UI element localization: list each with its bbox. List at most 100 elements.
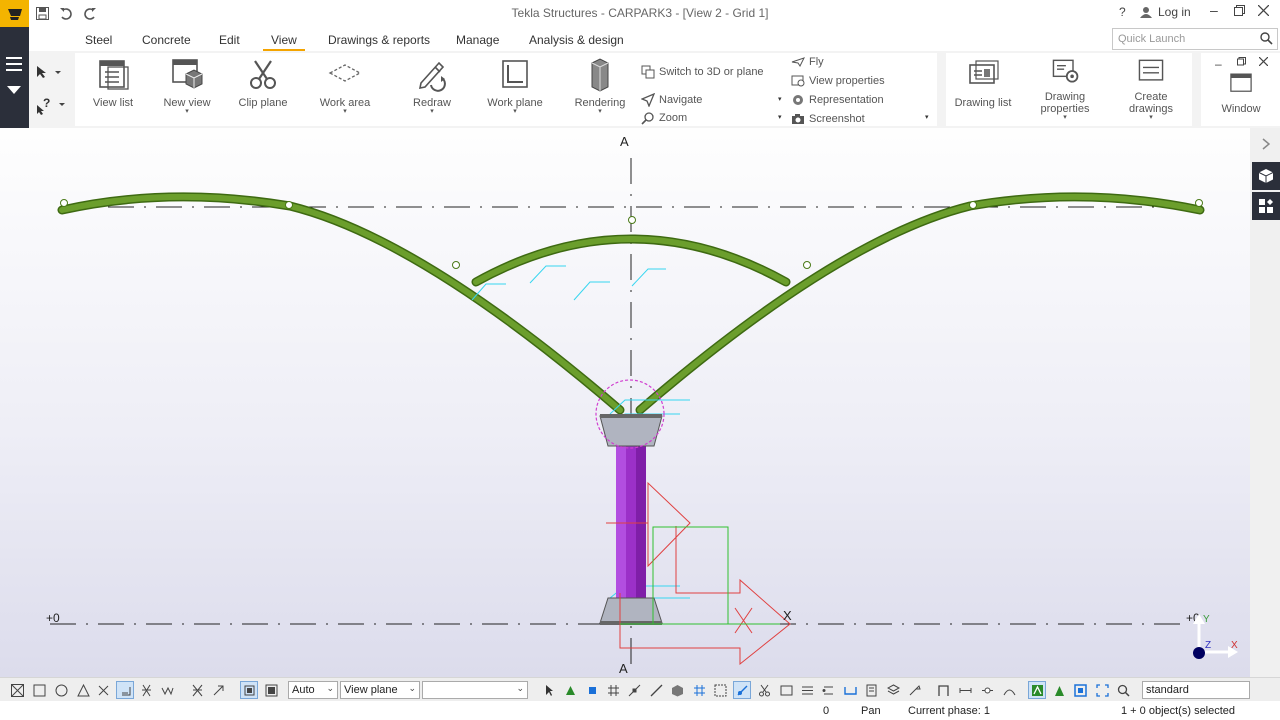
- model-drawing[interactable]: A A +0 +0 X Y Z X: [0, 128, 1250, 677]
- view-filter-input[interactable]: standard: [1142, 681, 1250, 699]
- representation-button[interactable]: Representation: [791, 94, 884, 106]
- tab-edit[interactable]: Edit: [219, 33, 240, 47]
- tab-steel[interactable]: Steel: [85, 33, 112, 47]
- switch-3d-button[interactable]: Switch to 3D or plane: [641, 65, 764, 79]
- work-area-button[interactable]: Work area ▾: [315, 57, 375, 115]
- view-properties-icon: [791, 75, 805, 87]
- select-parts-icon[interactable]: [30, 681, 48, 699]
- side-menu-bar: [0, 27, 29, 128]
- ribbon-restore-button[interactable]: [1237, 57, 1246, 69]
- view-properties-button[interactable]: View properties: [791, 75, 885, 87]
- select-components-icon[interactable]: [240, 681, 258, 699]
- zoom-button[interactable]: Zoom: [641, 111, 687, 125]
- tab-view[interactable]: View: [263, 33, 305, 52]
- restore-button[interactable]: [1234, 5, 1245, 19]
- drawing-list-button[interactable]: Drawing list: [950, 57, 1016, 109]
- select-all-icon[interactable]: [8, 681, 26, 699]
- snap-lines-icon[interactable]: [798, 681, 816, 699]
- tab-manage[interactable]: Manage: [456, 33, 499, 47]
- snap-scissors-icon[interactable]: [755, 681, 773, 699]
- new-view-button[interactable]: New view ▾: [161, 57, 213, 115]
- select-reinforcement-icon[interactable]: [116, 681, 134, 699]
- hamburger-menu-icon[interactable]: [6, 57, 22, 74]
- snap-option-select[interactable]: ⌄: [422, 681, 528, 699]
- ribbon-close-button[interactable]: [1258, 56, 1269, 69]
- snap-depth-select[interactable]: Auto ⌄: [288, 681, 338, 699]
- snap-blue-frame-icon[interactable]: [1071, 681, 1089, 699]
- snap-orthogonal-icon[interactable]: [934, 681, 952, 699]
- help-pointer-icon[interactable]: ?: [35, 96, 65, 118]
- navigate-dropdown-icon[interactable]: ▾: [778, 95, 782, 103]
- snap-grid-icon[interactable]: [604, 681, 622, 699]
- snap-end-icon[interactable]: [561, 681, 579, 699]
- snap-line-icon[interactable]: [647, 681, 665, 699]
- quick-launch-input[interactable]: Quick Launch: [1112, 28, 1278, 50]
- work-plane-button[interactable]: Work plane ▾: [485, 57, 545, 115]
- create-drawings-button[interactable]: Create drawings ▾: [1118, 55, 1184, 121]
- clip-plane-button[interactable]: Clip plane: [237, 57, 289, 109]
- tab-concrete[interactable]: Concrete: [142, 33, 191, 47]
- select-in-components-icon[interactable]: [262, 681, 280, 699]
- snap-node-icon[interactable]: [978, 681, 996, 699]
- plane-select[interactable]: View plane ⌄: [340, 681, 420, 699]
- snap-plane-icon[interactable]: [862, 681, 880, 699]
- ribbon-minimize-button[interactable]: –: [1215, 57, 1222, 71]
- snap-tool-icon[interactable]: [905, 681, 923, 699]
- clip-plane-label: Clip plane: [238, 97, 288, 109]
- snap-free-icon[interactable]: [711, 681, 729, 699]
- help-button[interactable]: ?: [1119, 5, 1126, 19]
- select-cuts-icon[interactable]: [94, 681, 112, 699]
- minimize-button[interactable]: –: [1210, 2, 1218, 18]
- snap-arc-icon[interactable]: [1000, 681, 1018, 699]
- status-selection: 1 + 0 object(s) selected: [1121, 705, 1236, 717]
- select-objects-icon[interactable]: [209, 681, 227, 699]
- login-button[interactable]: Log in: [1140, 5, 1191, 19]
- snap-profile-icon[interactable]: [841, 681, 859, 699]
- plane-select-value: View plane: [344, 684, 398, 696]
- zoom-dropdown-icon[interactable]: ▾: [778, 113, 782, 121]
- triad-y-label: Y: [1203, 614, 1210, 625]
- snap-edge-icon[interactable]: [819, 681, 837, 699]
- snap-midpoint-icon[interactable]: [625, 681, 643, 699]
- model-cube-icon[interactable]: [1252, 162, 1280, 190]
- snap-green-2-icon[interactable]: [1050, 681, 1068, 699]
- fly-button[interactable]: Fly: [791, 56, 824, 68]
- snap-extension-icon[interactable]: [733, 681, 751, 699]
- window-button[interactable]: Window: [1213, 71, 1269, 115]
- search-icon[interactable]: [1260, 32, 1273, 48]
- side-panel: [1250, 128, 1280, 677]
- drawing-properties-button[interactable]: Drawing properties ▾: [1032, 55, 1098, 121]
- view-list-button[interactable]: View list: [87, 57, 139, 109]
- select-welds-icon[interactable]: [74, 681, 92, 699]
- expand-down-icon[interactable]: [7, 85, 21, 97]
- close-button[interactable]: [1257, 4, 1270, 19]
- group-dropdown-icon[interactable]: ▾: [925, 113, 929, 121]
- tab-analysis-design[interactable]: Analysis & design: [529, 33, 624, 47]
- screenshot-button[interactable]: Screenshot: [791, 113, 865, 125]
- tab-drawings-reports[interactable]: Drawings & reports: [328, 33, 430, 47]
- select-assembly-icon[interactable]: [188, 681, 206, 699]
- snap-points-icon[interactable]: [690, 681, 708, 699]
- snap-measure-icon[interactable]: [956, 681, 974, 699]
- select-arrow-icon[interactable]: [35, 65, 61, 82]
- snap-green-1-icon[interactable]: [1028, 681, 1046, 699]
- select-grids-icon[interactable]: [137, 681, 155, 699]
- zoom-search-icon[interactable]: [1114, 681, 1132, 699]
- pointer-icon[interactable]: [540, 681, 558, 699]
- navigate-button[interactable]: Navigate: [641, 93, 702, 107]
- panel-expand-icon[interactable]: [1252, 130, 1280, 158]
- snap-rectangle-icon[interactable]: [777, 681, 795, 699]
- select-points-icon[interactable]: [52, 681, 70, 699]
- components-icon[interactable]: [1252, 192, 1280, 220]
- model-view-canvas[interactable]: A A +0 +0 X Y Z X: [0, 128, 1250, 677]
- window-group: – Window: [1201, 53, 1280, 126]
- snap-layers-icon[interactable]: [884, 681, 902, 699]
- steel-column[interactable]: [595, 379, 665, 625]
- snap-reference-icon[interactable]: [583, 681, 601, 699]
- select-lines-icon[interactable]: [158, 681, 176, 699]
- login-label: Log in: [1158, 5, 1191, 19]
- snap-fit-icon[interactable]: [1093, 681, 1111, 699]
- snap-cube-icon[interactable]: [668, 681, 686, 699]
- redraw-button[interactable]: Redraw ▾: [405, 57, 459, 115]
- rendering-button[interactable]: Rendering ▾: [571, 57, 629, 115]
